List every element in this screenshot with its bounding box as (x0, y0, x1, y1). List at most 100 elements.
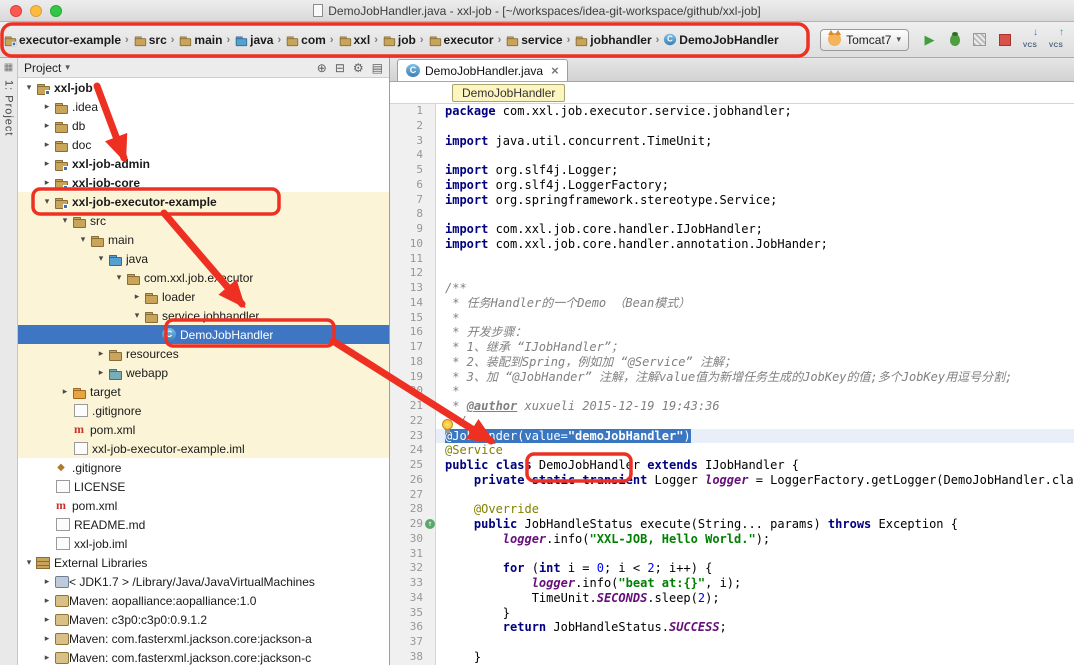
debug-button[interactable] (943, 28, 966, 51)
stop-button[interactable] (993, 28, 1016, 51)
tree-toggle-icon[interactable]: ▸ (40, 595, 54, 606)
close-tab-icon[interactable]: × (551, 63, 559, 78)
tree-item[interactable]: .gitignore (18, 401, 389, 420)
override-marker-icon[interactable]: ↑ (425, 519, 435, 529)
locate-icon[interactable]: ⊕ (317, 61, 327, 75)
tree-item[interactable]: ▾java (18, 249, 389, 268)
tree-toggle-icon[interactable]: ▸ (40, 177, 54, 188)
tree-toggle-icon[interactable]: ▸ (40, 158, 54, 169)
tree-item[interactable]: ◆.gitignore (18, 458, 389, 477)
breadcrumb-label: main (194, 33, 222, 47)
code-token: logger (705, 473, 748, 487)
breadcrumb-item-executor[interactable]: executor (427, 32, 495, 48)
breadcrumb-item-com[interactable]: com (284, 32, 327, 48)
idea-window: DemoJobHandler.java - xxl-job - [~/works… (0, 0, 1074, 665)
tree-item-label: xxl-job-executor-example.iml (92, 442, 245, 456)
tree-toggle-icon[interactable]: ▾ (94, 253, 108, 264)
tree-item[interactable]: mpom.xml (18, 496, 389, 515)
tree-toggle-icon[interactable]: ▸ (94, 348, 108, 359)
tree-item[interactable]: ▸loader (18, 287, 389, 306)
project-view-select[interactable]: Project (24, 61, 61, 75)
breadcrumb-item-xxl[interactable]: xxl (337, 32, 372, 48)
tree-item[interactable]: ▸doc (18, 135, 389, 154)
tree-item[interactable]: ▾main (18, 230, 389, 249)
breadcrumb-item-src[interactable]: src (132, 32, 168, 48)
tree-item[interactable]: ▾src (18, 211, 389, 230)
close-button[interactable] (10, 5, 22, 17)
vcs-commit-button[interactable]: ↑VCS (1044, 28, 1068, 51)
line-number: 27 (390, 488, 436, 503)
tree-toggle-icon[interactable]: ▸ (94, 367, 108, 378)
tree-toggle-icon[interactable]: ▸ (58, 386, 72, 397)
intention-bulb-icon[interactable] (442, 419, 453, 430)
tree-item[interactable]: CDemoJobHandler (18, 325, 389, 344)
hide-icon[interactable]: ▤ (372, 61, 383, 75)
code-line: 23@JobHander(value="demoJobHandler") (390, 429, 1074, 444)
project-stripe-button[interactable]: 1: Project (3, 80, 15, 136)
tree-item[interactable]: ▸Maven: aopalliance:aopalliance:1.0 (18, 591, 389, 610)
run-config-select[interactable]: Tomcat7 ▾ (820, 29, 909, 51)
tree-item[interactable]: ▸target (18, 382, 389, 401)
tree-toggle-icon[interactable]: ▾ (76, 234, 90, 245)
tree-toggle-icon[interactable]: ▾ (112, 272, 126, 283)
breadcrumb-item-jobhandler[interactable]: jobhandler (573, 32, 652, 48)
code-token: @Service (445, 443, 503, 457)
minimize-button[interactable] (30, 5, 42, 17)
tree-item[interactable]: ▸Maven: c3p0:c3p0:0.9.1.2 (18, 610, 389, 629)
breadcrumb-item-job[interactable]: job (381, 32, 417, 48)
tree-item[interactable]: ▾service.jobhandler (18, 306, 389, 325)
tree-toggle-icon[interactable]: ▾ (58, 215, 72, 226)
tree-toggle-icon[interactable]: ▸ (40, 614, 54, 625)
tree-item[interactable]: ▸xxl-job-core (18, 173, 389, 192)
tree-item[interactable]: xxl-job.iml (18, 534, 389, 553)
tree-toggle-icon[interactable]: ▸ (40, 652, 54, 663)
tree-item[interactable]: ▸Maven: com.fasterxml.jackson.core:jacks… (18, 629, 389, 648)
tree-toggle-icon[interactable]: ▸ (40, 120, 54, 131)
line-number: 32 (390, 561, 436, 576)
breadcrumb-item-service[interactable]: service (504, 32, 563, 48)
tree-toggle-icon[interactable]: ▾ (22, 82, 36, 93)
tool-window-icon[interactable]: ▦ (4, 62, 13, 73)
tree-item[interactable]: ▸.idea (18, 97, 389, 116)
breadcrumb-item-demojobhandler[interactable]: CDemoJobHandler (662, 32, 779, 48)
tree-toggle-icon[interactable]: ▸ (40, 576, 54, 587)
breadcrumb-item-java[interactable]: java (233, 32, 274, 48)
tree-toggle-icon[interactable]: ▸ (130, 291, 144, 302)
source-folder-icon (235, 33, 247, 45)
breadcrumb-item-executor-example[interactable]: executor-example (2, 32, 122, 48)
code-text (436, 488, 1074, 503)
tree-item[interactable]: mpom.xml (18, 420, 389, 439)
breadcrumb-item-main[interactable]: main (177, 32, 223, 48)
tree-item[interactable]: ▸xxl-job-admin (18, 154, 389, 173)
coverage-button[interactable] (968, 28, 991, 51)
tree-item[interactable]: ▾External Libraries (18, 553, 389, 572)
code-area[interactable]: 1package com.xxl.job.executor.service.jo… (390, 104, 1074, 665)
run-button[interactable]: ▶ (918, 28, 941, 51)
tree-item[interactable]: ▸< JDK1.7 > /Library/Java/JavaVirtualMac… (18, 572, 389, 591)
tree-item[interactable]: ▸webapp (18, 363, 389, 382)
tree-toggle-icon[interactable]: ▸ (40, 633, 54, 644)
tree-item[interactable]: LICENSE (18, 477, 389, 496)
tree-toggle-icon[interactable]: ▾ (22, 557, 36, 568)
line-number: 9 (390, 222, 436, 237)
collapse-all-icon[interactable]: ⊟ (335, 61, 345, 75)
tree-toggle-icon[interactable]: ▾ (40, 196, 54, 207)
tree-item[interactable]: xxl-job-executor-example.iml (18, 439, 389, 458)
zoom-button[interactable] (50, 5, 62, 17)
tree-item[interactable]: ▸resources (18, 344, 389, 363)
tree-toggle-icon[interactable]: ▸ (40, 101, 54, 112)
tree-toggle-icon[interactable]: ▸ (40, 139, 54, 150)
code-line: 14 * 任务Handler的一个Demo （Bean模式） (390, 296, 1074, 311)
tree-item[interactable]: ▾com.xxl.job.executor (18, 268, 389, 287)
vcs-update-button[interactable]: ↓VCS (1018, 28, 1042, 51)
tree-item[interactable]: ▾xxl-job (18, 78, 389, 97)
tree-item[interactable]: ▸Maven: com.fasterxml.jackson.core:jacks… (18, 648, 389, 665)
code-token: .info( (575, 576, 618, 590)
editor-tab[interactable]: C DemoJobHandler.java × (397, 59, 568, 81)
settings-gear-icon[interactable]: ⚙ (353, 61, 364, 75)
tree-toggle-icon[interactable]: ▾ (130, 310, 144, 321)
tree-item[interactable]: README.md (18, 515, 389, 534)
tree-item[interactable]: ▸db (18, 116, 389, 135)
breadcrumb-chip[interactable]: DemoJobHandler (452, 84, 565, 102)
tree-item[interactable]: ▾xxl-job-executor-example (18, 192, 389, 211)
